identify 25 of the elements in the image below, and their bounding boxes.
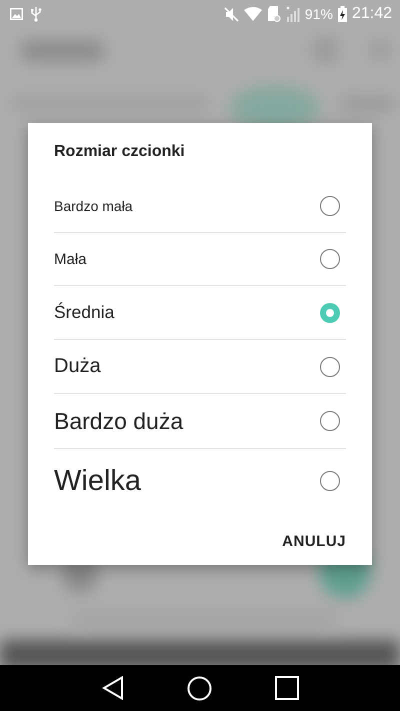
battery-percent: 91% [304, 6, 333, 22]
radio-button[interactable] [320, 411, 340, 431]
usb-icon [30, 6, 42, 22]
clock: 21:42 [352, 5, 392, 23]
back-icon[interactable] [102, 676, 124, 700]
option-label[interactable]: Mała [54, 250, 87, 268]
radio-button[interactable] [320, 249, 340, 269]
option-label[interactable]: Bardzo mała [54, 198, 133, 214]
radio-button[interactable] [320, 356, 340, 376]
picture-icon [10, 8, 23, 20]
signal-icon [286, 6, 300, 22]
radio-button[interactable] [320, 471, 340, 491]
mute-icon [224, 6, 239, 22]
option-label[interactable]: Bardzo duża [54, 408, 184, 434]
home-icon[interactable] [186, 676, 212, 700]
dialog-title: Rozmiar czcionki [54, 142, 186, 162]
option-label[interactable]: Wielka [54, 464, 142, 498]
recent-apps-icon[interactable] [274, 676, 298, 700]
radio-button[interactable] [320, 302, 340, 322]
option-label[interactable]: Średnia [54, 302, 114, 323]
option-label[interactable]: Duża [54, 355, 101, 378]
sd-card-icon [266, 6, 281, 22]
cancel-button[interactable]: ANULUJ [282, 527, 346, 556]
radio-button[interactable] [320, 196, 340, 216]
wifi-icon [244, 7, 262, 21]
